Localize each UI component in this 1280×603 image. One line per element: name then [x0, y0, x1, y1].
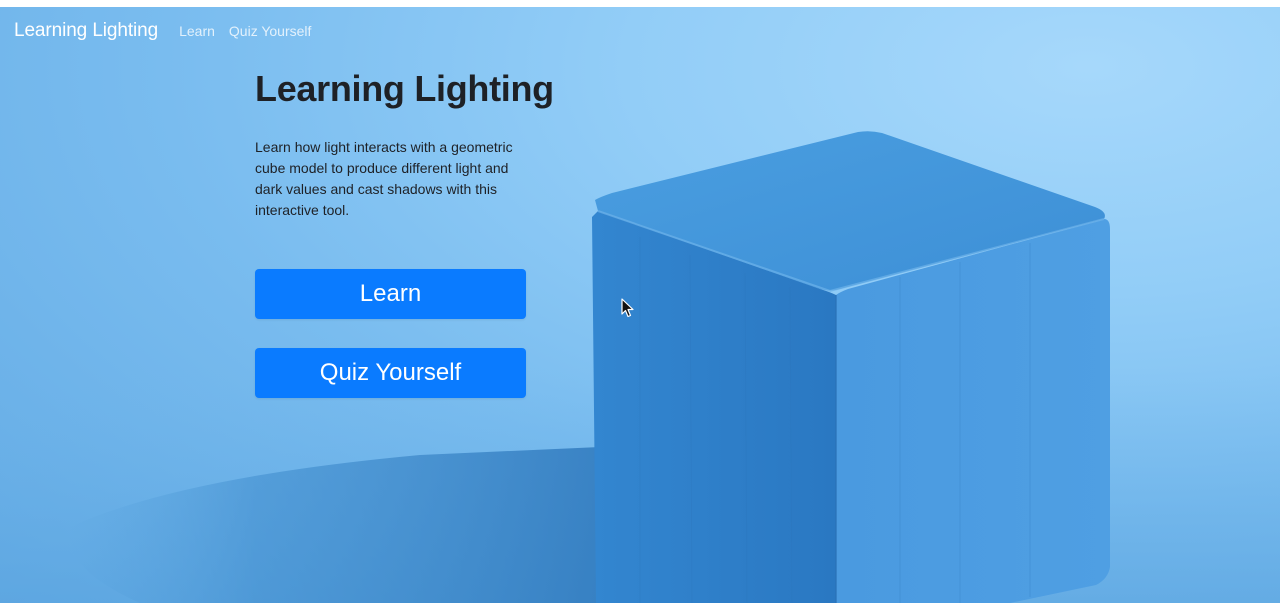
arrow-cursor-icon [621, 298, 634, 318]
quiz-yourself-button[interactable]: Quiz Yourself [255, 348, 526, 398]
navbar-brand[interactable]: Learning Lighting [14, 20, 158, 42]
top-navbar: Learning Lighting Learn Quiz Yourself [0, 7, 1280, 55]
nav-link-quiz[interactable]: Quiz Yourself [229, 23, 312, 39]
hero-viewport: Learning Lighting Learn Quiz Yourself Le… [0, 7, 1280, 603]
page-title: Learning Lighting [255, 68, 554, 109]
hero-description: Learn how light interacts with a geometr… [255, 139, 513, 218]
nav-link-learn[interactable]: Learn [179, 23, 215, 39]
cube-background-image [0, 131, 1280, 603]
learn-button[interactable]: Learn [255, 269, 526, 319]
hero-content: Learning Lighting Learn how light intera… [255, 67, 575, 398]
